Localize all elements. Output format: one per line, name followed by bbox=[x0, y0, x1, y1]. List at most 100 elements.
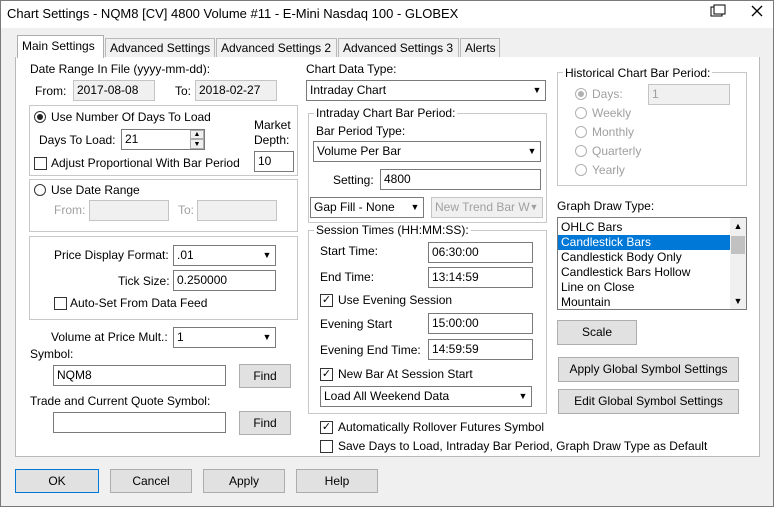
scrollbar-thumb[interactable] bbox=[731, 236, 745, 254]
chevron-up-icon[interactable]: ▲ bbox=[730, 218, 746, 234]
evening-start-label: Evening Start bbox=[320, 317, 393, 331]
weekend-data-select[interactable]: Load All Weekend Data ▼ bbox=[320, 386, 532, 407]
gap-fill-select[interactable]: Gap Fill - None ▼ bbox=[310, 197, 424, 218]
tick-size-input[interactable]: 0.250000 bbox=[173, 270, 276, 291]
tab-advanced-settings-3[interactable]: Advanced Settings 3 bbox=[338, 38, 459, 58]
historical-quarterly-radio[interactable] bbox=[575, 145, 587, 157]
graph-draw-type-label: Graph Draw Type: bbox=[557, 199, 655, 213]
apply-button[interactable]: Apply bbox=[203, 469, 285, 493]
volume-mult-label: Volume at Price Mult.: bbox=[51, 330, 168, 344]
tab-alerts[interactable]: Alerts bbox=[460, 38, 500, 58]
days-to-load-label: Days To Load: bbox=[39, 133, 116, 147]
trade-symbol-input[interactable] bbox=[53, 412, 226, 433]
use-evening-checkbox[interactable]: ✓ bbox=[320, 294, 333, 307]
chevron-down-icon[interactable]: ▼ bbox=[730, 293, 746, 309]
bar-period-type-label: Bar Period Type: bbox=[316, 124, 406, 138]
rollover-checkbox[interactable]: ✓ bbox=[320, 421, 333, 434]
spin-down-icon[interactable]: ▼ bbox=[190, 139, 204, 149]
graph-draw-type-list[interactable]: OHLC Bars Candlestick Bars Candlestick B… bbox=[557, 217, 747, 310]
range-to-label: To: bbox=[178, 203, 195, 217]
new-trend-select[interactable]: New Trend Bar W ▼ bbox=[431, 197, 543, 218]
symbol-find-button[interactable]: Find bbox=[239, 364, 291, 388]
list-item[interactable]: Mountain bbox=[558, 295, 746, 309]
adjust-proportional-label: Adjust Proportional With Bar Period bbox=[51, 156, 240, 170]
new-trend-value: New Trend Bar W bbox=[435, 200, 530, 214]
chart-data-type-select[interactable]: Intraday Chart ▼ bbox=[306, 80, 546, 101]
historical-days-label: Days: bbox=[592, 87, 623, 101]
new-bar-session-label: New Bar At Session Start bbox=[338, 367, 473, 381]
price-format-select[interactable]: .01 ▼ bbox=[173, 245, 276, 266]
price-format-label: Price Display Format: bbox=[54, 248, 169, 262]
weekend-data-value: Load All Weekend Data bbox=[324, 389, 450, 403]
session-group-label: Session Times (HH:MM:SS): bbox=[314, 223, 471, 237]
edit-global-symbol-settings-button[interactable]: Edit Global Symbol Settings bbox=[558, 389, 739, 414]
save-default-label: Save Days to Load, Intraday Bar Period, … bbox=[338, 439, 708, 453]
restore-window-icon[interactable] bbox=[703, 3, 733, 25]
close-icon[interactable] bbox=[742, 3, 772, 25]
historical-days-radio[interactable] bbox=[575, 88, 587, 100]
help-button[interactable]: Help bbox=[296, 469, 378, 493]
list-scrollbar[interactable]: ▲ ▼ bbox=[730, 218, 746, 309]
adjust-proportional-checkbox[interactable] bbox=[34, 157, 47, 170]
apply-global-symbol-settings-button[interactable]: Apply Global Symbol Settings bbox=[558, 357, 739, 382]
use-days-radio[interactable] bbox=[34, 111, 46, 123]
date-to-field[interactable]: 2018-02-27 bbox=[195, 80, 277, 101]
volume-mult-select[interactable]: 1 ▼ bbox=[173, 327, 276, 348]
chevron-down-icon: ▼ bbox=[410, 202, 420, 212]
use-date-range-radio[interactable] bbox=[34, 184, 46, 196]
intraday-group-label: Intraday Chart Bar Period: bbox=[314, 106, 458, 120]
save-default-checkbox[interactable] bbox=[320, 440, 333, 453]
use-evening-label: Use Evening Session bbox=[338, 293, 453, 307]
list-item[interactable]: Candlestick Bars bbox=[558, 235, 730, 250]
list-item[interactable]: Line on Close bbox=[558, 280, 746, 295]
list-item[interactable]: Candlestick Body Only bbox=[558, 250, 746, 265]
symbol-input[interactable]: NQM8 bbox=[53, 365, 226, 386]
to-label: To: bbox=[175, 84, 192, 98]
volume-mult-value: 1 bbox=[177, 330, 184, 344]
spin-up-icon[interactable]: ▲ bbox=[190, 130, 204, 139]
range-from-field[interactable] bbox=[89, 200, 169, 221]
chevron-down-icon: ▼ bbox=[262, 250, 272, 260]
market-depth-input[interactable]: 10 bbox=[254, 151, 294, 172]
symbol-label: Symbol: bbox=[30, 347, 74, 361]
list-item[interactable]: Candlestick Bars Hollow bbox=[558, 265, 746, 280]
trade-symbol-find-button[interactable]: Find bbox=[239, 411, 291, 435]
scale-button[interactable]: Scale bbox=[557, 320, 637, 345]
end-time-input[interactable]: 13:14:59 bbox=[428, 267, 533, 288]
historical-yearly-radio[interactable] bbox=[575, 164, 587, 176]
range-to-field[interactable] bbox=[197, 200, 277, 221]
tab-main-settings[interactable]: Main Settings bbox=[17, 35, 104, 58]
bar-period-type-select[interactable]: Volume Per Bar ▼ bbox=[313, 141, 541, 162]
historical-days-input[interactable]: 1 bbox=[648, 84, 730, 105]
range-from-label: From: bbox=[54, 203, 86, 217]
ok-button[interactable]: OK bbox=[15, 469, 99, 493]
end-time-label: End Time: bbox=[320, 270, 375, 284]
date-range-label: Date Range In File (yyyy-mm-dd): bbox=[30, 62, 211, 76]
setting-input[interactable]: 4800 bbox=[380, 169, 541, 190]
evening-end-input[interactable]: 14:59:59 bbox=[428, 339, 533, 360]
chevron-down-icon: ▼ bbox=[532, 85, 542, 95]
auto-set-checkbox[interactable] bbox=[54, 297, 67, 310]
historical-weekly-radio[interactable] bbox=[575, 107, 587, 119]
start-time-input[interactable]: 06:30:00 bbox=[428, 242, 533, 263]
historical-weekly-label: Weekly bbox=[592, 106, 632, 120]
setting-label: Setting: bbox=[333, 173, 374, 187]
evening-start-input[interactable]: 15:00:00 bbox=[428, 313, 533, 334]
new-bar-session-checkbox[interactable]: ✓ bbox=[320, 368, 333, 381]
chevron-down-icon: ▼ bbox=[262, 332, 272, 342]
use-days-label: Use Number Of Days To Load bbox=[51, 110, 211, 124]
trade-symbol-label: Trade and Current Quote Symbol: bbox=[30, 394, 211, 408]
cancel-button[interactable]: Cancel bbox=[110, 469, 192, 493]
use-date-range-label: Use Date Range bbox=[51, 183, 140, 197]
price-format-value: .01 bbox=[177, 248, 194, 262]
tab-advanced-settings-2[interactable]: Advanced Settings 2 bbox=[216, 38, 337, 58]
list-item[interactable]: OHLC Bars bbox=[558, 220, 746, 235]
chevron-down-icon: ▼ bbox=[527, 146, 537, 156]
historical-quarterly-label: Quarterly bbox=[592, 144, 642, 158]
start-time-label: Start Time: bbox=[320, 244, 379, 258]
historical-monthly-label: Monthly bbox=[592, 125, 635, 139]
date-from-field[interactable]: 2017-08-08 bbox=[73, 80, 155, 101]
tab-advanced-settings[interactable]: Advanced Settings bbox=[105, 38, 215, 58]
chart-data-type-value: Intraday Chart bbox=[310, 83, 387, 97]
historical-monthly-radio[interactable] bbox=[575, 126, 587, 138]
